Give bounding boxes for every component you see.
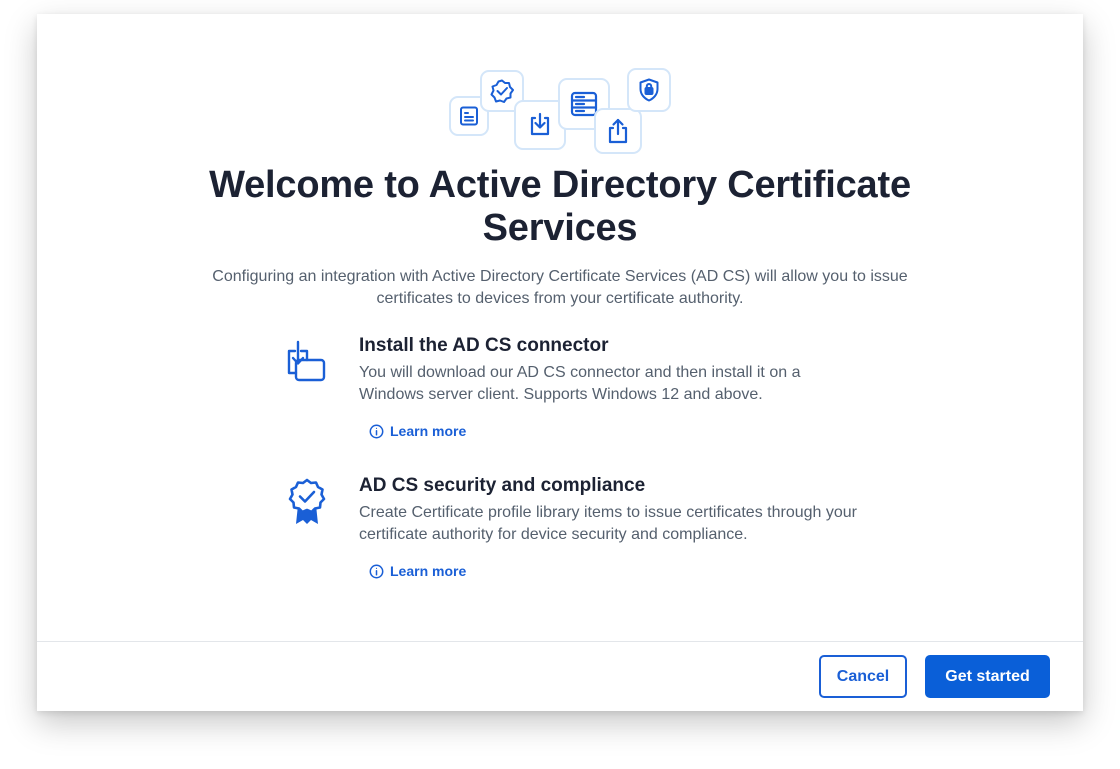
learn-more-link[interactable]: Learn more bbox=[369, 563, 466, 579]
welcome-dialog: Welcome to Active Directory Certificate … bbox=[37, 14, 1083, 711]
dialog-title-line2: Services bbox=[482, 207, 638, 249]
hero-illustration bbox=[445, 60, 675, 154]
download-connector-icon bbox=[283, 338, 331, 386]
dialog-title: Welcome to Active Directory Certificate … bbox=[37, 164, 1083, 250]
info-icon bbox=[369, 564, 384, 578]
cancel-button[interactable]: Cancel bbox=[819, 655, 907, 698]
learn-more-label: Learn more bbox=[390, 563, 467, 579]
get-started-button[interactable]: Get started bbox=[925, 655, 1050, 698]
dialog-intro: Configuring an integration with Active D… bbox=[212, 268, 908, 307]
certificate-ribbon-icon bbox=[283, 478, 331, 526]
feature-description: You will download our AD CS connector an… bbox=[359, 364, 801, 403]
info-icon bbox=[369, 424, 384, 438]
dialog-title-line1: Welcome to Active Directory Certificate bbox=[209, 164, 911, 206]
learn-more-link[interactable]: Learn more bbox=[369, 423, 466, 439]
learn-more-label: Learn more bbox=[390, 423, 467, 439]
feature-title: Install the AD CS connector bbox=[359, 335, 609, 356]
share-icon bbox=[594, 108, 642, 154]
footer-divider bbox=[37, 641, 1083, 642]
feature-description: Create Certificate profile library items… bbox=[359, 504, 857, 543]
feature-title: AD CS security and compliance bbox=[359, 475, 646, 496]
lock-shield-icon bbox=[627, 68, 671, 112]
